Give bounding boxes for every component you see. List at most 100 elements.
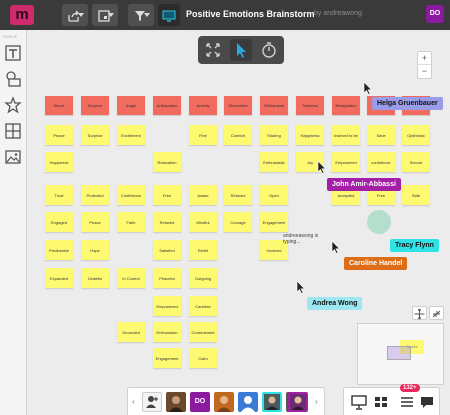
present-button[interactable] <box>158 4 180 26</box>
avatar-photo[interactable] <box>288 392 308 412</box>
sticky-note[interactable]: Trust <box>45 185 73 205</box>
sticky-note[interactable]: Engagement <box>260 212 288 232</box>
sticky-note[interactable]: Fine <box>189 125 217 145</box>
app-logo[interactable]: m <box>10 5 34 25</box>
sticky-note[interactable]: Aware <box>189 185 217 205</box>
sticky-note[interactable]: Empowered <box>332 152 360 172</box>
sticky-note[interactable]: Relief <box>189 240 217 260</box>
minimap-move-icon[interactable] <box>412 306 427 320</box>
avatar-initials[interactable]: DO <box>190 392 210 412</box>
sticky-note[interactable]: Safe <box>402 185 430 205</box>
timer-icon[interactable] <box>258 39 280 61</box>
minimap[interactable]: Secure <box>357 323 444 385</box>
sticky-note[interactable]: Optimistic <box>402 125 430 145</box>
sticky-note[interactable]: Enthusiasm <box>153 322 181 342</box>
filter-button[interactable] <box>128 4 154 26</box>
sticky-note[interactable]: Engaged <box>45 212 73 232</box>
sticky-note[interactable]: Secure <box>402 152 430 172</box>
sticky-note[interactable]: Grounded <box>117 322 145 342</box>
activity-list-icon[interactable] <box>397 392 417 412</box>
sticky-note[interactable]: Faith <box>117 212 145 232</box>
avatar-photo[interactable] <box>262 392 282 412</box>
sticky-note[interactable]: Peace <box>81 212 109 232</box>
user-avatar[interactable]: DO <box>426 5 444 23</box>
column-header-note[interactable]: Shock <box>45 96 73 115</box>
prev-collaborators-arrow[interactable]: ‹ <box>132 397 135 406</box>
zoom-controls: + − <box>417 51 432 79</box>
add-user-icon[interactable] <box>142 392 162 412</box>
chat-icon[interactable] <box>417 392 437 412</box>
typing-indicator: andreeawong is typing... <box>283 233 319 245</box>
sticky-note[interactable]: Relaxed <box>224 185 252 205</box>
sticky-note[interactable]: Free <box>153 185 181 205</box>
column-header-note[interactable]: Withdrawal <box>260 96 288 115</box>
sticky-note[interactable]: Expanded <box>45 268 73 288</box>
collaborator-tag-helga: Helga Gruenbauer <box>372 97 443 110</box>
avatar-photo[interactable] <box>214 392 234 412</box>
sticky-note[interactable]: Peaceful <box>153 268 181 288</box>
board-title[interactable]: Positive Emotions Brainstorm <box>186 9 315 19</box>
grid-view-icon[interactable] <box>371 392 391 412</box>
sticky-note[interactable]: Excitement <box>117 125 145 145</box>
chevron-down-icon <box>108 13 114 17</box>
sticky-note[interactable]: Happiness <box>45 152 73 172</box>
presentation-icon[interactable] <box>349 392 369 412</box>
sticky-note[interactable]: Relaxed <box>153 212 181 232</box>
select-cursor-icon[interactable] <box>230 39 252 61</box>
sticky-note[interactable]: Enthusiastic <box>260 152 288 172</box>
share-button[interactable] <box>62 4 88 26</box>
column-header-note[interactable]: Anxiety <box>189 96 217 115</box>
column-header-note[interactable]: Surprise <box>81 96 109 115</box>
sticky-note[interactable]: Hope <box>81 240 109 260</box>
sticky-note[interactable]: Contentment <box>189 322 217 342</box>
sticky-note[interactable]: Engagement <box>153 348 181 368</box>
monitor-icon <box>162 9 176 22</box>
star-icon[interactable] <box>4 96 22 114</box>
collaborator-tag-andrea: Andrea Wong <box>307 297 363 310</box>
sticky-note[interactable]: Open <box>260 185 288 205</box>
sticky-note[interactable]: Outgoing <box>189 268 217 288</box>
sticky-note[interactable]: Protected <box>81 185 109 205</box>
zoom-in-button[interactable]: + <box>418 52 431 65</box>
grid-icon[interactable] <box>4 122 22 140</box>
column-header-note[interactable]: Anticipation <box>153 96 181 115</box>
sticky-note[interactable]: Relaxation <box>153 152 181 172</box>
sticky-note[interactable]: confidence <box>367 152 395 172</box>
sticky-note[interactable]: Courage <box>224 212 252 232</box>
sticky-note[interactable]: Save <box>367 125 395 145</box>
sticky-note[interactable]: Mindful <box>189 212 217 232</box>
shapes-tool-icon[interactable] <box>4 70 22 88</box>
avatar-default[interactable] <box>238 392 258 412</box>
sticky-note[interactable]: In Control <box>117 268 145 288</box>
sticky-note[interactable]: Sharing <box>260 125 288 145</box>
minimap-collapse-icon[interactable] <box>429 306 444 320</box>
sticky-note[interactable]: Calm <box>189 348 217 368</box>
sticky-note[interactable]: Carefree <box>189 296 217 316</box>
column-header-note[interactable]: Discomfort <box>224 96 252 115</box>
fit-to-screen-icon[interactable] <box>202 39 224 61</box>
frame-menu-button[interactable] <box>92 4 118 26</box>
zoom-out-button[interactable]: − <box>418 65 431 78</box>
notification-count-badge: 132+ <box>400 384 420 392</box>
image-icon[interactable] <box>4 148 22 166</box>
sticky-note[interactable]: Predictable <box>45 240 73 260</box>
avatar-photo[interactable] <box>166 392 186 412</box>
chevron-down-icon <box>144 13 150 17</box>
sticky-note[interactable]: Peace <box>45 125 73 145</box>
sticky-note[interactable]: Inclined to be <box>332 125 360 145</box>
column-header-note[interactable]: Resignation <box>332 96 360 115</box>
board-owner: by andreawong <box>314 10 362 17</box>
text-tool-icon[interactable] <box>4 44 22 62</box>
column-header-note[interactable]: Anger <box>117 96 145 115</box>
sticky-note[interactable]: Grateful <box>81 268 109 288</box>
collaborators-bar: ‹ DO › <box>127 387 325 415</box>
sticky-note[interactable]: Comfort <box>224 125 252 145</box>
sticky-note[interactable]: Empowered <box>153 296 181 316</box>
sticky-note[interactable]: Satisfied <box>153 240 181 260</box>
sticky-note[interactable]: Surprise <box>81 125 109 145</box>
sticky-note[interactable]: Confidence <box>117 185 145 205</box>
sticky-note[interactable]: Happiness <box>296 125 324 145</box>
minimap-viewport[interactable] <box>387 346 411 360</box>
next-collaborators-arrow[interactable]: › <box>315 397 318 406</box>
column-header-note[interactable]: Sadness <box>296 96 324 115</box>
